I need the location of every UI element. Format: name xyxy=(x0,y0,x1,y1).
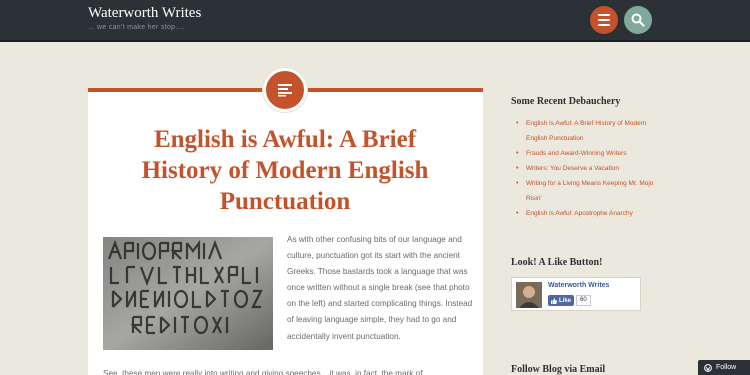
follow-button[interactable]: Follow xyxy=(698,360,750,375)
recent-post-link[interactable]: Writers: You Deserve a Vacation xyxy=(516,161,666,176)
page-avatar[interactable] xyxy=(516,282,542,308)
wordpress-icon xyxy=(704,363,712,372)
search-button[interactable] xyxy=(624,6,652,34)
like-label: Like xyxy=(559,297,572,304)
recent-post-link[interactable]: Writing for a Living Means Keeping Mr. M… xyxy=(516,176,666,206)
post-image xyxy=(103,237,273,350)
search-icon xyxy=(631,13,645,27)
avatar-photo xyxy=(516,282,542,308)
recent-posts-heading: Some Recent Debauchery xyxy=(511,96,621,107)
site-header: Waterworth Writes ... we can't make her … xyxy=(0,0,750,42)
post-title[interactable]: English is Awful: A Brief History of Mod… xyxy=(120,124,450,217)
post-format-badge xyxy=(263,68,307,112)
inscribed-stone-photo xyxy=(103,237,273,350)
menu-icon xyxy=(598,14,610,16)
standard-post-icon xyxy=(278,84,292,97)
facebook-like-button[interactable]: Like xyxy=(548,295,575,306)
recent-post-link[interactable]: English is Awful: Apostrophe Anarchy xyxy=(516,206,666,221)
site-title[interactable]: Waterworth Writes xyxy=(88,5,201,22)
follow-label: Follow xyxy=(716,364,737,371)
post-paragraph-2: See, these men were really into writing … xyxy=(103,369,423,375)
like-widget-heading: Look! A Like Button! xyxy=(511,257,603,268)
facebook-like-box: Waterworth Writes Like 60 xyxy=(511,277,641,311)
site-tagline: ... we can't make her stop.... xyxy=(88,24,185,31)
follow-blog-heading: Follow Blog via Email xyxy=(511,364,606,375)
facebook-page-name[interactable]: Waterworth Writes xyxy=(548,282,609,289)
menu-button[interactable] xyxy=(590,6,618,34)
recent-post-link[interactable]: English is Awful: A Brief History of Mod… xyxy=(516,116,666,146)
thumbs-up-icon xyxy=(551,297,557,304)
recent-post-link[interactable]: Frauds and Award-Winning Writers xyxy=(516,146,666,161)
post-paragraph-1: As with other confusing bits of our lang… xyxy=(287,235,473,341)
like-count: 60 xyxy=(576,295,591,306)
recent-posts-list: English is Awful: A Brief History of Mod… xyxy=(516,116,666,221)
